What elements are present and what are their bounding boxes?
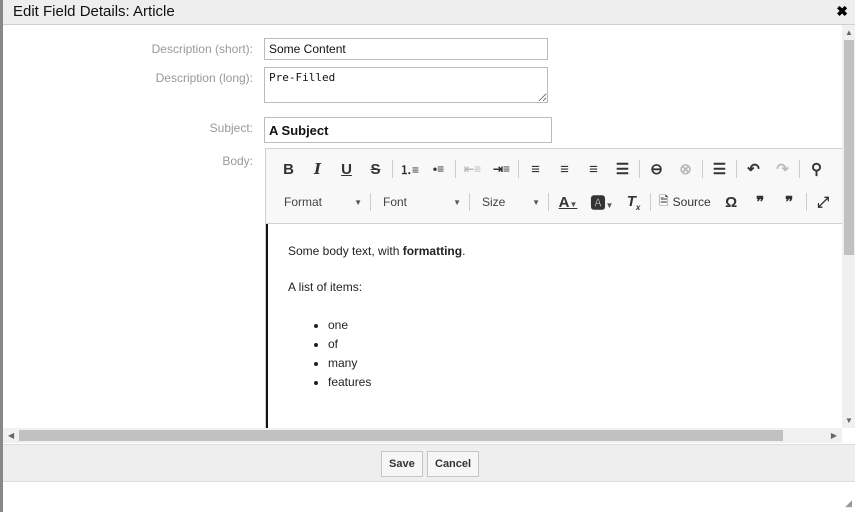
undo-icon[interactable]: ↶ (739, 160, 768, 178)
special-char-icon[interactable]: Ω (717, 194, 746, 211)
desc-short-label: Description (short): (151, 42, 253, 56)
size-label: Size (482, 195, 506, 209)
list-item: many (328, 354, 824, 373)
background-color-icon[interactable]: 🅰▼ (585, 192, 619, 213)
vertical-scroll-thumb[interactable] (844, 40, 854, 255)
blockquote-icon[interactable]: ❞ (746, 193, 775, 211)
dialog-footer: Save Cancel (3, 444, 855, 482)
bold-icon[interactable]: B (274, 161, 303, 178)
format-label: Format (284, 195, 323, 209)
numbered-list-icon[interactable]: ⒈≡ (395, 161, 424, 178)
align-center-icon[interactable]: ≡ (550, 161, 579, 178)
scroll-down-icon[interactable]: ▼ (845, 416, 853, 425)
list-item: one (328, 316, 824, 335)
maximize-icon[interactable]: ⤢ (809, 194, 838, 211)
indent-icon[interactable]: ⇥≡ (487, 162, 516, 176)
source-button[interactable]: 🗎 Source (653, 192, 717, 213)
list-item: features (328, 373, 824, 392)
horizontal-scroll-thumb[interactable] (19, 430, 783, 441)
align-left-icon[interactable]: ≡ (521, 161, 550, 178)
unlink-icon[interactable]: ⊗ (671, 160, 700, 178)
font-label: Font (383, 195, 408, 209)
editor-body[interactable]: Some body text, with formatting. A list … (266, 224, 842, 428)
body-list: one of many features (328, 316, 824, 392)
subject-input[interactable] (264, 117, 552, 143)
source-icon: 🗎 (659, 193, 669, 208)
rich-text-editor: B I U S ⒈≡ •≡ ⇤≡ ⇥≡ ≡ ≡ ≡ ☰ ⊖ ⊗ ☰ ↶ ↷ ⚲ … (265, 148, 842, 428)
close-icon[interactable]: ✖ (836, 3, 848, 20)
editor-toolbar: B I U S ⒈≡ •≡ ⇤≡ ⇥≡ ≡ ≡ ≡ ☰ ⊖ ⊗ ☰ ↶ ↷ ⚲ … (266, 149, 842, 224)
text-color-icon[interactable]: A▼ (551, 194, 585, 211)
scroll-right-icon[interactable]: ▶ (831, 431, 837, 440)
chevron-down-icon: ▼ (532, 197, 540, 207)
cancel-button[interactable]: Cancel (427, 451, 480, 477)
body-paragraph: Some body text, with formatting. (288, 244, 466, 258)
desc-long-textarea[interactable]: Pre-Filled (264, 67, 548, 103)
horizontal-scrollbar[interactable]: ◀ ▶ (3, 428, 842, 443)
chevron-down-icon: ▼ (354, 197, 362, 207)
strikethrough-icon[interactable]: S (361, 161, 390, 178)
remove-format-icon[interactable]: Tx (619, 193, 648, 212)
horizontal-line-icon[interactable]: ☰ (705, 160, 734, 178)
font-dropdown[interactable]: Font ▼ (373, 195, 467, 209)
dialog-titlebar: Edit Field Details: Article ✖ (3, 0, 855, 25)
body-label: Body: (222, 154, 253, 168)
resize-handle-icon[interactable]: ◢ (845, 498, 852, 509)
dialog-content: Description (short): Description (long):… (3, 25, 842, 428)
remove-blockquote-icon[interactable]: ❞ (775, 193, 804, 211)
desc-long-label: Description (long): (155, 71, 253, 85)
link-icon[interactable]: ⊖ (642, 160, 671, 178)
source-label: Source (672, 195, 711, 209)
scroll-left-icon[interactable]: ◀ (8, 431, 14, 440)
italic-icon[interactable]: I (303, 160, 332, 178)
body-paragraph: A list of items: (288, 280, 363, 294)
outdent-icon[interactable]: ⇤≡ (458, 162, 487, 176)
dialog-title: Edit Field Details: Article (13, 3, 175, 20)
subject-label: Subject: (209, 121, 253, 135)
search-icon[interactable]: ⚲ (802, 160, 831, 178)
redo-icon[interactable]: ↷ (768, 160, 797, 178)
format-dropdown[interactable]: Format ▼ (274, 195, 368, 209)
underline-icon[interactable]: U (332, 161, 361, 178)
save-button[interactable]: Save (381, 451, 423, 477)
justify-icon[interactable]: ☰ (608, 160, 637, 178)
list-item: of (328, 335, 824, 354)
vertical-scrollbar[interactable]: ▲ ▼ (842, 25, 855, 428)
bulleted-list-icon[interactable]: •≡ (424, 162, 453, 176)
scroll-up-icon[interactable]: ▲ (845, 28, 853, 37)
chevron-down-icon: ▼ (453, 197, 461, 207)
size-dropdown[interactable]: Size ▼ (472, 195, 546, 209)
desc-short-input[interactable] (264, 38, 548, 60)
align-right-icon[interactable]: ≡ (579, 161, 608, 178)
